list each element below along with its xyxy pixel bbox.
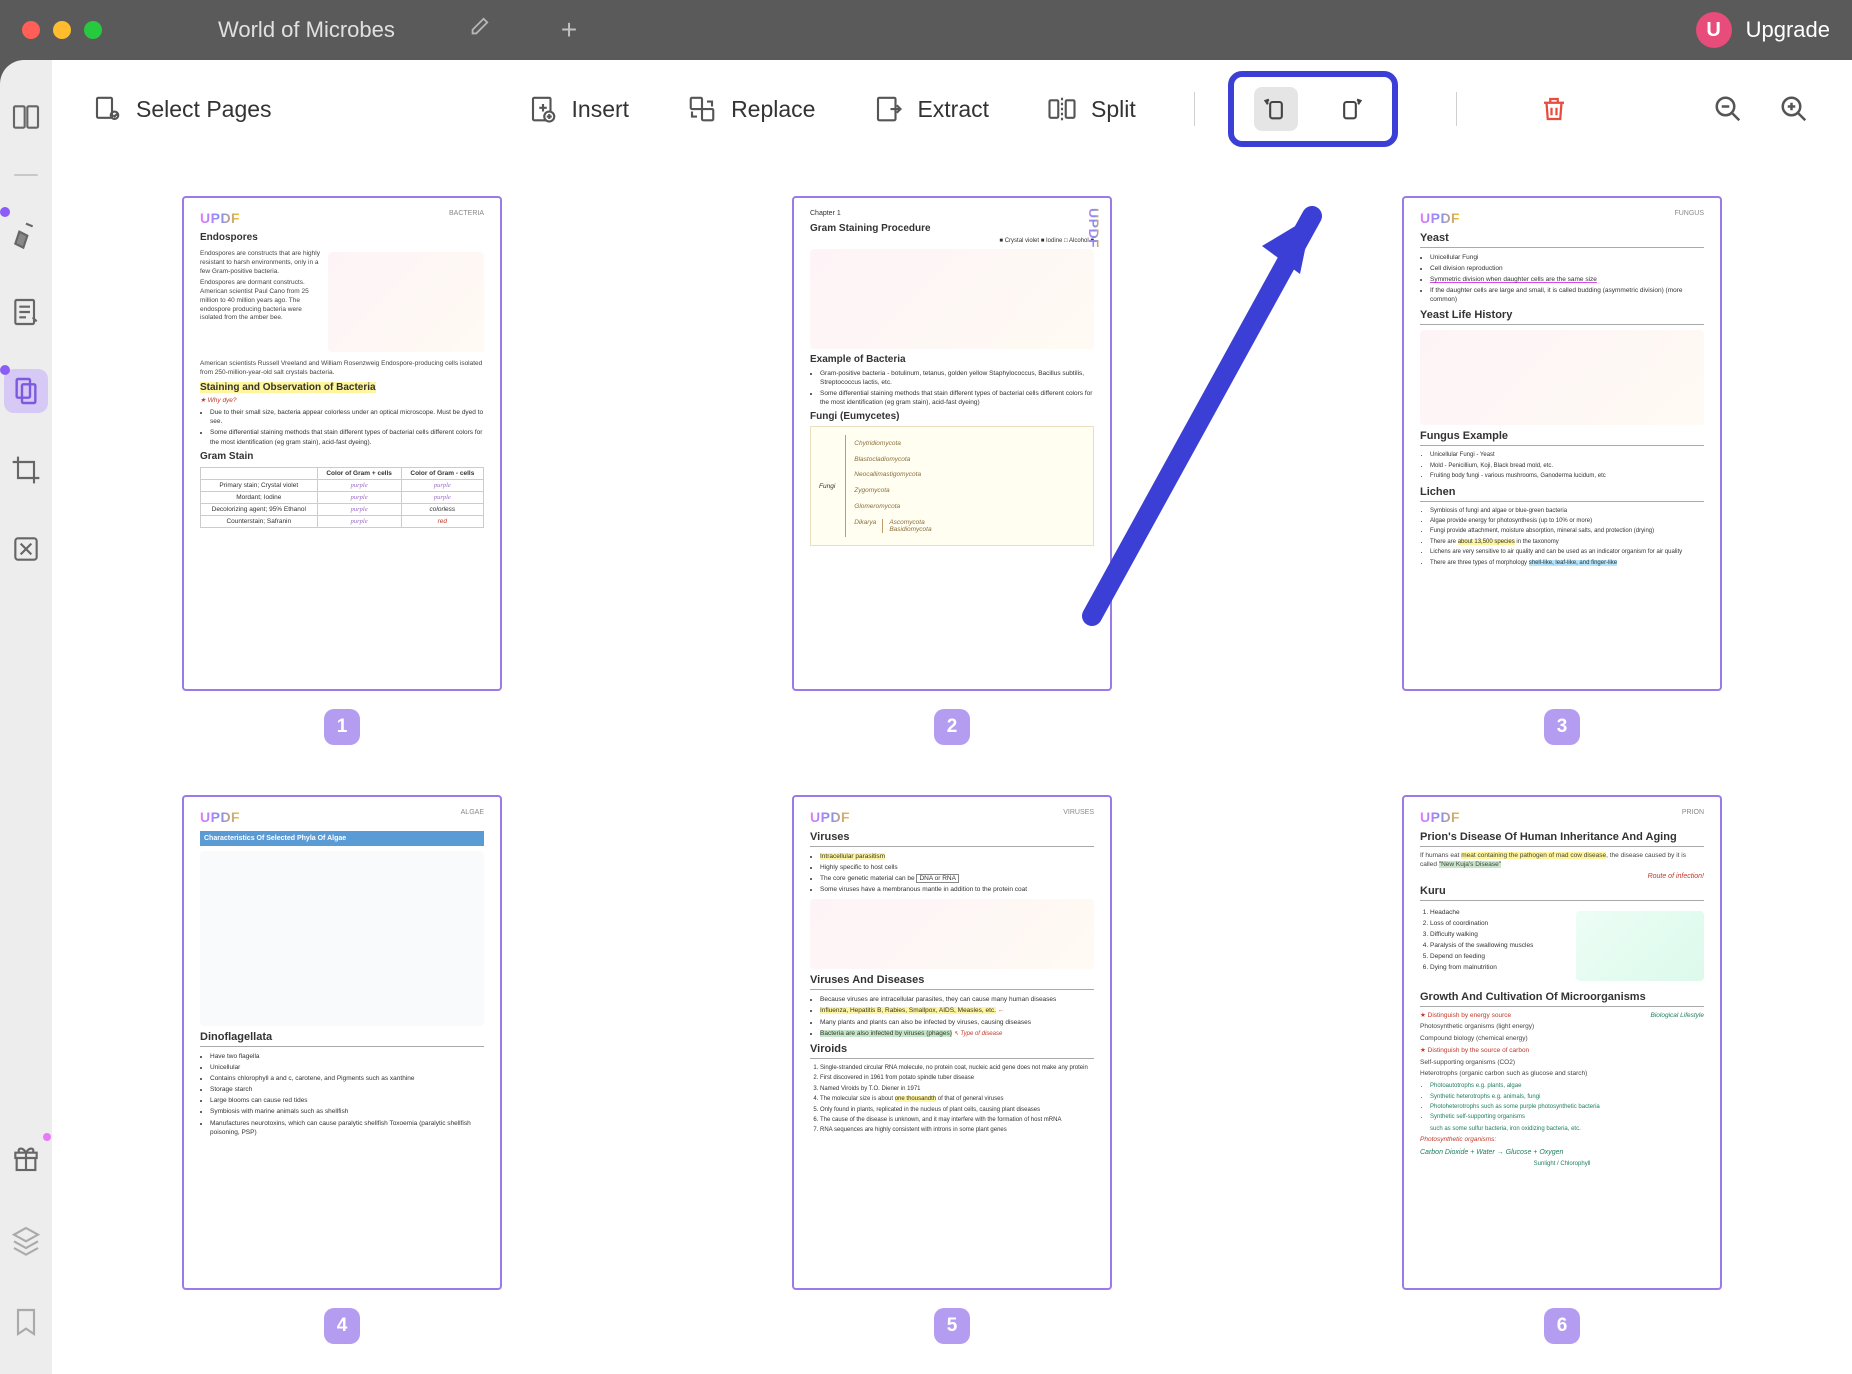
extract-button[interactable]: Extract [873,94,989,124]
page-number-badge: 4 [324,1308,360,1344]
page-number-badge: 3 [1544,709,1580,745]
page-thumbnail-1[interactable]: UPDFBACTERIA Endospores Endospores are c… [182,196,502,745]
edit-tab-icon[interactable] [468,16,490,44]
comment-tool-icon[interactable] [4,211,48,255]
upgrade-label: Upgrade [1746,17,1830,43]
content-area: Select Pages Insert Replace Extract [52,60,1852,1374]
insert-button[interactable]: Insert [528,94,630,124]
split-label: Split [1091,96,1136,123]
zoom-in-button[interactable] [1776,91,1812,127]
page-thumbnail-2[interactable]: Chapter 1UPDF Gram Staining Procedure ■ … [792,196,1112,745]
page-number-badge: 2 [934,709,970,745]
sidebar-divider [14,174,38,176]
sidebar [0,60,52,1374]
extract-label: Extract [917,96,989,123]
zoom-out-button[interactable] [1710,91,1746,127]
rotate-left-button[interactable] [1254,87,1298,131]
add-tab-button[interactable]: + [561,14,577,46]
page-number-badge: 5 [934,1308,970,1344]
bookmark-icon[interactable] [4,1300,48,1344]
document-tab[interactable]: World of Microbes [192,0,516,60]
select-pages-label: Select Pages [136,96,272,123]
toolbar-separator [1456,92,1457,126]
upgrade-badge-icon: U [1696,12,1732,48]
edit-tool-icon[interactable] [4,290,48,334]
replace-button[interactable]: Replace [687,94,815,124]
window-controls [22,21,102,39]
page-number-badge: 1 [324,709,360,745]
page-thumbnail-6[interactable]: UPDFPRION Prion's Disease Of Human Inher… [1402,795,1722,1344]
crop-tool-icon[interactable] [4,448,48,492]
upgrade-button[interactable]: U Upgrade [1696,12,1830,48]
maximize-window-button[interactable] [84,21,102,39]
page-thumbnail-3[interactable]: UPDFFUNGUS Yeast Unicellular Fungi Cell … [1402,196,1722,745]
close-window-button[interactable] [22,21,40,39]
reader-mode-icon[interactable] [4,95,48,139]
page-number-badge: 6 [1544,1308,1580,1344]
select-pages-button[interactable]: Select Pages [92,94,272,124]
layers-icon[interactable] [4,1218,48,1262]
organize-pages-icon[interactable] [4,369,48,413]
rotate-right-button[interactable] [1328,87,1372,131]
page-thumbnail-5[interactable]: UPDFVIRUSES Viruses Intracellular parasi… [792,795,1112,1344]
titlebar: World of Microbes + U Upgrade [0,0,1852,60]
toolbar-separator [1194,92,1195,126]
delete-button[interactable] [1539,94,1569,124]
page-thumbnail-4[interactable]: UPDFALGAE Characteristics Of Selected Ph… [182,795,502,1344]
page-grid: UPDFBACTERIA Endospores Endospores are c… [52,136,1852,1374]
insert-label: Insert [572,96,630,123]
minimize-window-button[interactable] [53,21,71,39]
split-button[interactable]: Split [1047,94,1136,124]
gift-icon[interactable] [4,1136,48,1180]
toolbar: Select Pages Insert Replace Extract [52,82,1852,136]
replace-label: Replace [731,96,815,123]
watermark-tool-icon[interactable] [4,527,48,571]
tab-title: World of Microbes [218,17,395,43]
